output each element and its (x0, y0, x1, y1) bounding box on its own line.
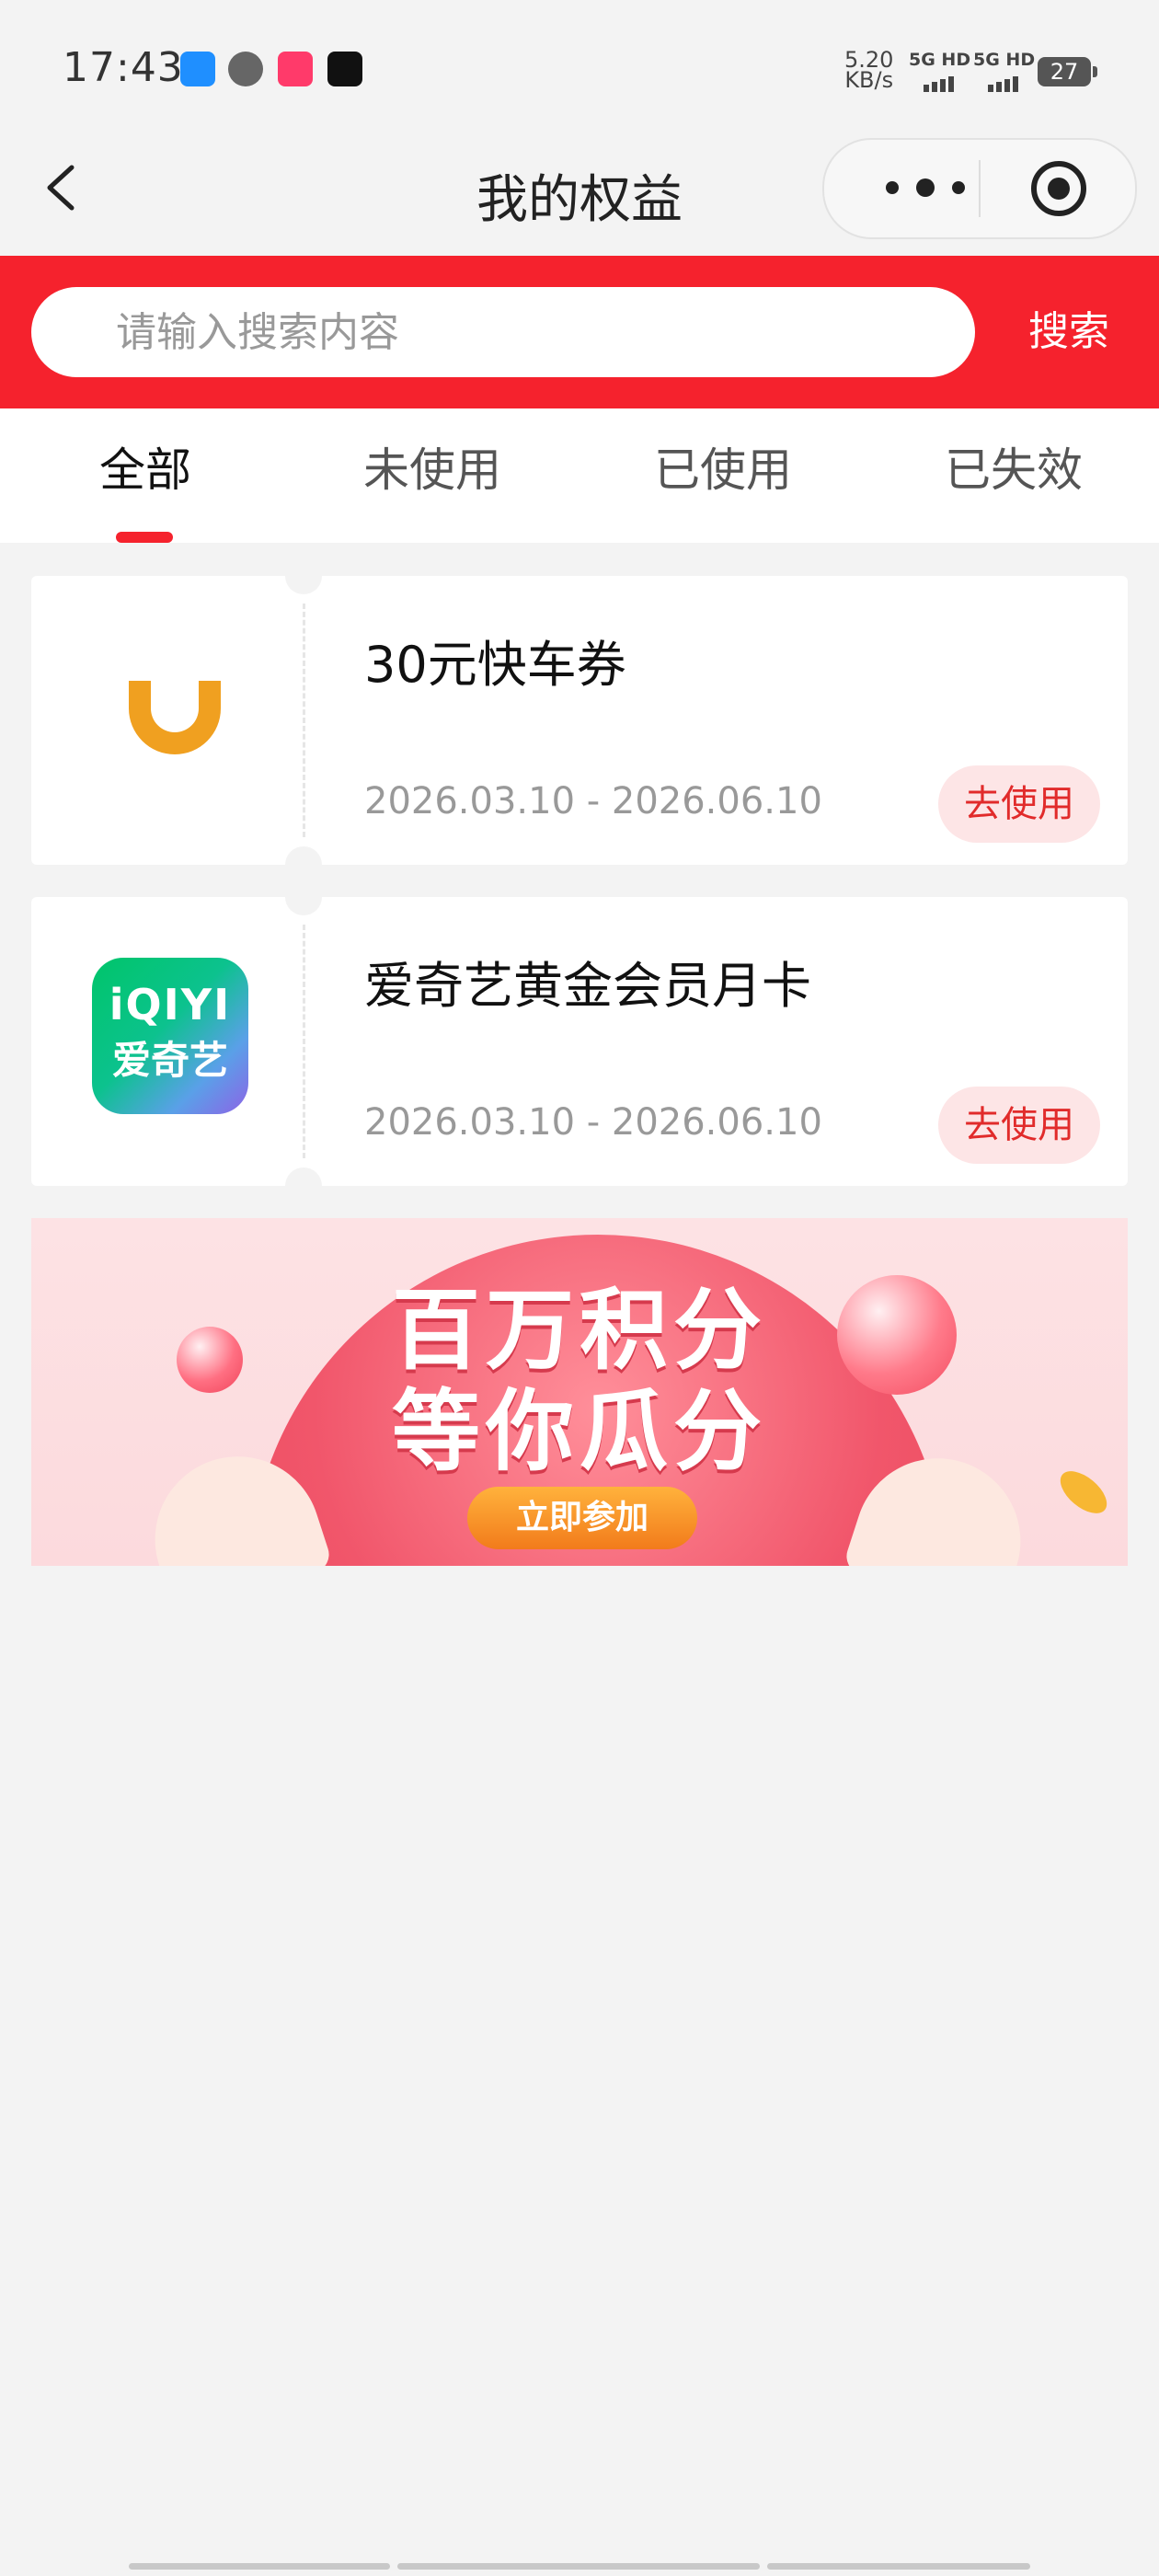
search-input[interactable] (116, 287, 944, 377)
coupon-date-range: 2026.03.10 - 2026.06.10 (364, 1101, 822, 1144)
status-bar: 17:43 5.20 KB/s 5G HD 5G HD 27 (0, 0, 1159, 138)
nav-bar: 我的权益 (0, 138, 1159, 256)
use-coupon-button[interactable]: 去使用 (938, 1087, 1100, 1164)
coupon-card[interactable]: iQIYI 爱奇艺 爱奇艺黄金会员月卡 2026.03.10 - 2026.06… (31, 879, 1128, 1204)
coupon-notch (285, 558, 322, 594)
message-bubble-icon (228, 52, 263, 86)
capsule-divider (979, 160, 981, 217)
sim2-signal-icon: 5G HD (973, 50, 1036, 92)
join-now-button[interactable]: 立即参加 (467, 1487, 697, 1549)
sim2-label: 5G HD (973, 50, 1036, 70)
coupon-title: 30元快车券 (364, 636, 626, 694)
active-tab-indicator (116, 532, 173, 543)
network-speed: 5.20 KB/s (844, 49, 894, 93)
target-circle-icon[interactable] (1028, 158, 1089, 219)
coupon-notch (285, 879, 322, 915)
notification-app-icon (180, 52, 215, 86)
banner-headline-2: 等你瓜分 (392, 1380, 767, 1483)
more-dots-icon[interactable] (870, 171, 981, 204)
coupon-notch (285, 1167, 322, 1204)
battery-level: 27 (1050, 59, 1079, 85)
taobao-icon (278, 52, 313, 86)
network-speed-unit: KB/s (844, 67, 894, 93)
didi-logo-icon (129, 681, 221, 754)
status-time: 17:43 (63, 44, 184, 91)
home-indicator (129, 2563, 390, 2570)
iqiyi-logo-text-cn: 爱奇艺 (111, 1038, 228, 1083)
search-section: 搜索 (0, 256, 1159, 408)
coupon-notch (285, 846, 322, 883)
tab-used[interactable]: 已使用 (640, 408, 806, 543)
search-box (31, 287, 975, 377)
tab-unused[interactable]: 未使用 (350, 408, 515, 543)
tab-bar: 全部 未使用 已使用 已失效 (0, 408, 1159, 543)
sim1-label: 5G HD (909, 50, 971, 70)
search-button[interactable]: 搜索 (995, 287, 1142, 377)
sim1-signal-icon: 5G HD (909, 50, 971, 92)
home-indicator (767, 2563, 1030, 2570)
use-coupon-button[interactable]: 去使用 (938, 765, 1100, 843)
coupon-date-range: 2026.03.10 - 2026.06.10 (364, 780, 822, 822)
coupon-card[interactable]: 30元快车券 2026.03.10 - 2026.06.10 去使用 (31, 558, 1128, 883)
tiktok-icon (327, 52, 362, 86)
promo-banner[interactable]: 百万积分 等你瓜分 立即参加 (31, 1218, 1128, 1566)
tab-all[interactable]: 全部 (63, 408, 228, 543)
battery-icon: 27 (1038, 57, 1097, 86)
home-indicator (397, 2563, 760, 2570)
coupon-title: 爱奇艺黄金会员月卡 (364, 957, 811, 1015)
iqiyi-logo-text-en: iQIYI (109, 980, 232, 1029)
mini-program-capsule (822, 138, 1137, 239)
coupon-perforation (303, 604, 305, 837)
coupon-perforation (303, 925, 305, 1158)
iqiyi-logo-icon: iQIYI 爱奇艺 (92, 958, 248, 1114)
tab-expired[interactable]: 已失效 (931, 408, 1096, 543)
